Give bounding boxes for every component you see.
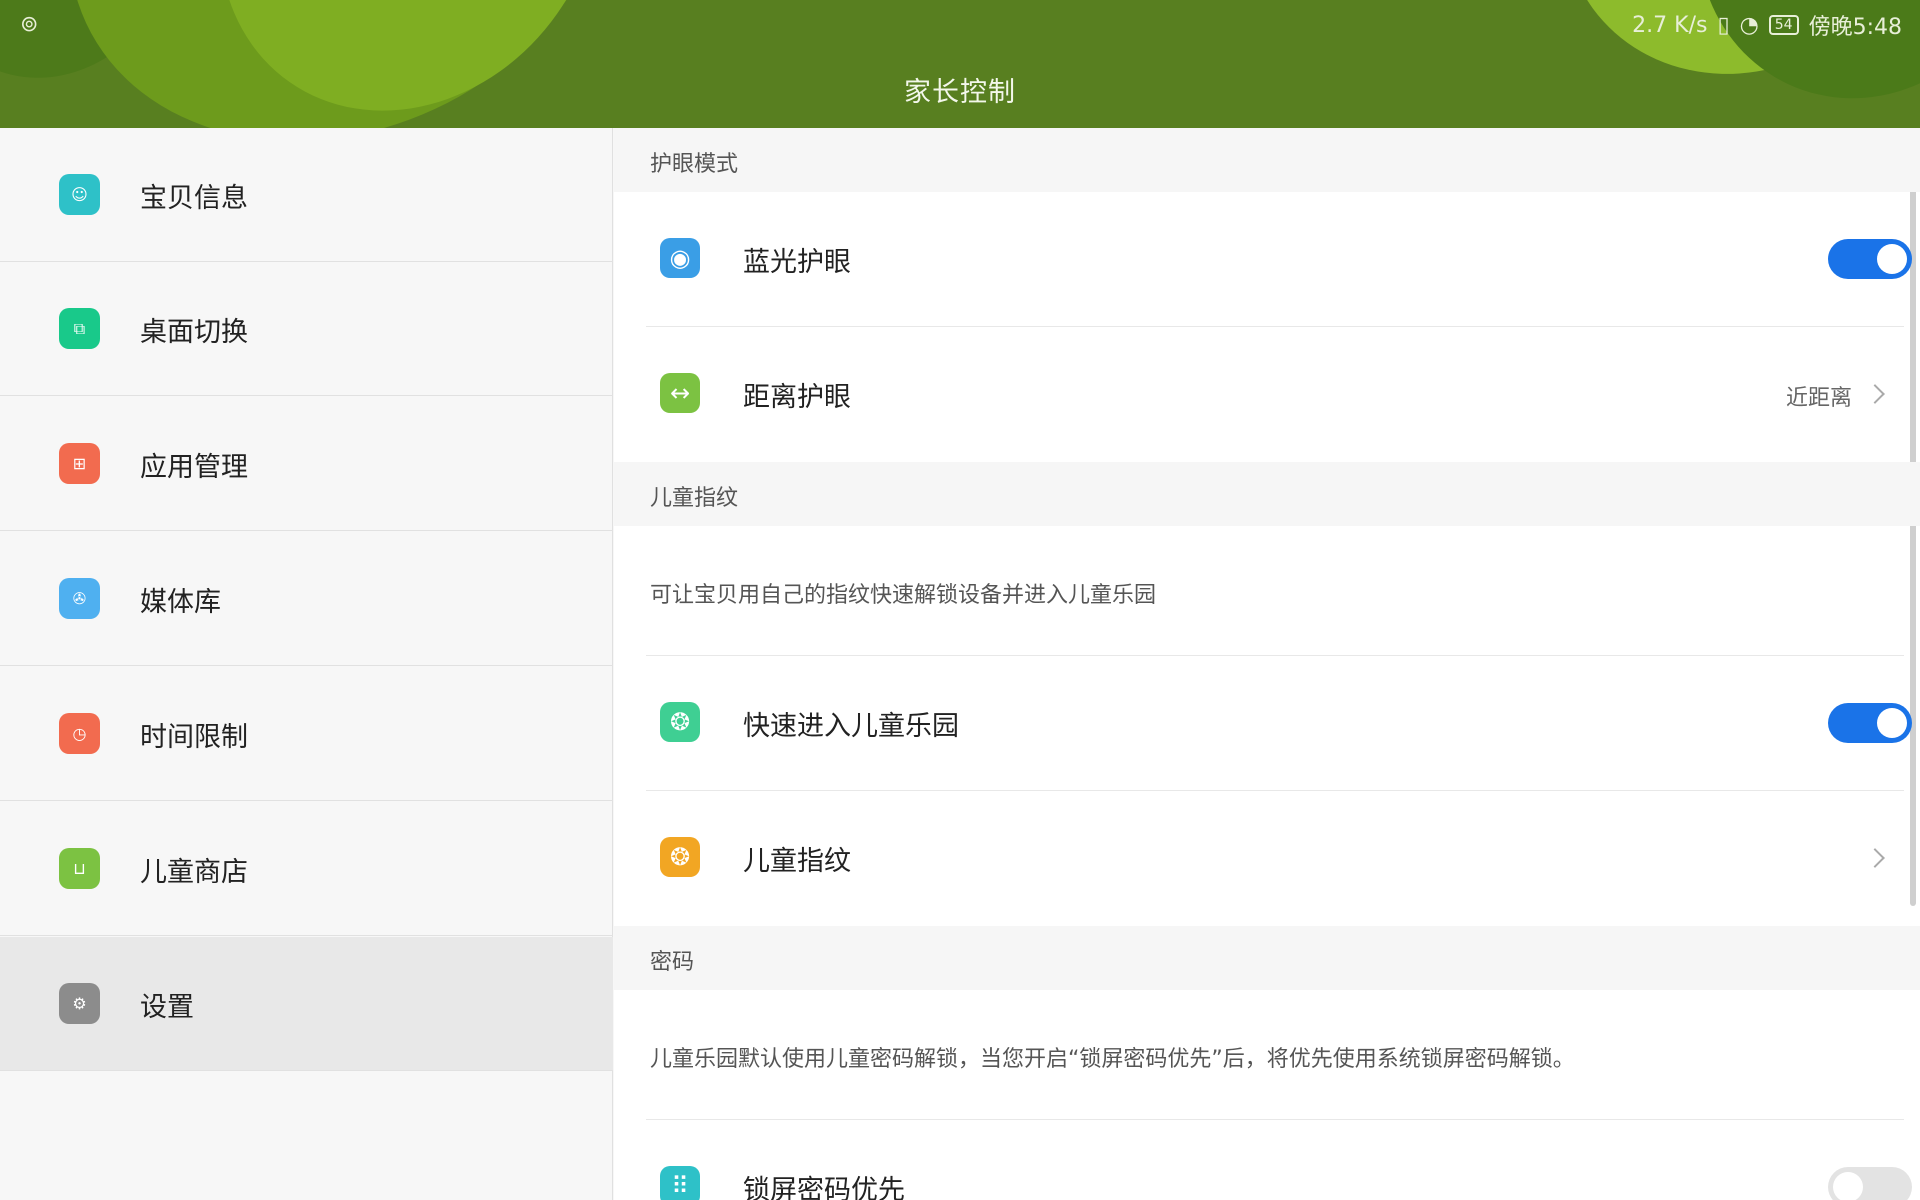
toggle-knob [1833, 1172, 1863, 1200]
quick-enter-row[interactable]: ❂ 快速进入儿童乐园 [646, 656, 1912, 791]
sidebar-item-label: 桌面切换 [140, 317, 248, 348]
sidebar-item-baby-info[interactable]: ☺ 宝贝信息 [0, 128, 613, 262]
password-description-row: 儿童乐园默认使用儿童密码解锁，当您开启“锁屏密码优先”后，将优先使用系统锁屏密码… [646, 990, 1904, 1120]
row-label: 锁屏密码优先 [743, 1175, 905, 1200]
desktop-switch-icon: ⧉ [59, 308, 100, 349]
fingerprint-description: 可让宝贝用自己的指纹快速解锁设备并进入儿童乐园 [650, 583, 1157, 608]
lock-priority-toggle[interactable] [1828, 1167, 1912, 1200]
fingerprint-add-icon: ❂ [660, 837, 700, 877]
row-label: 距离护眼 [743, 382, 851, 413]
sidebar-item-label: 儿童商店 [140, 857, 248, 888]
vibrate-icon: ▯ [1717, 12, 1730, 38]
toggle-knob [1877, 244, 1907, 274]
settings-panel: 护眼模式 ◉ 蓝光护眼 ↔ 距离护眼 近距离 儿童指纹 可让宝贝用自己的指纹快速… [614, 128, 1920, 1200]
section-header-fingerprint: 儿童指纹 [614, 462, 1920, 526]
row-label: 快速进入儿童乐园 [743, 711, 959, 742]
film-reel-icon: ✇ [59, 578, 100, 619]
password-description: 儿童乐园默认使用儿童密码解锁，当您开启“锁屏密码优先”后，将优先使用系统锁屏密码… [650, 1047, 1575, 1072]
sidebar-item-label: 应用管理 [140, 452, 248, 483]
app-grid-icon: ⊞ [59, 443, 100, 484]
clock-icon: ◷ [59, 713, 100, 754]
sidebar-item-label: 设置 [140, 992, 194, 1023]
keypad-icon: ⠿ [660, 1166, 700, 1200]
blue-light-toggle[interactable] [1828, 239, 1912, 279]
gear-icon: ⚙ [59, 983, 100, 1024]
sidebar-item-media-library[interactable]: ✇ 媒体库 [0, 532, 613, 666]
row-label: 蓝光护眼 [743, 247, 851, 278]
section-title: 儿童指纹 [650, 486, 739, 511]
baby-face-icon: ☺ [59, 174, 100, 215]
quick-enter-toggle[interactable] [1828, 703, 1912, 743]
status-time: 傍晚5:48 [1808, 15, 1902, 40]
wifi-icon: ◔ [1739, 12, 1759, 38]
shopping-bag-icon: ⊔ [59, 848, 100, 889]
distance-arrows-icon: ↔ [660, 373, 700, 413]
sidebar: ☺ 宝贝信息 ⧉ 桌面切换 ⊞ 应用管理 ✇ 媒体库 ◷ 时间限制 ⊔ 儿童商店… [0, 128, 613, 1200]
sidebar-item-label: 媒体库 [140, 587, 221, 618]
page-title: 家长控制 [904, 77, 1016, 108]
fingerprint-description-row: 可让宝贝用自己的指纹快速解锁设备并进入儿童乐园 [646, 526, 1904, 656]
sidebar-item-app-management[interactable]: ⊞ 应用管理 [0, 397, 613, 531]
section-title: 密码 [650, 950, 695, 975]
chevron-right-icon [1865, 384, 1885, 404]
section-header-password: 密码 [614, 926, 1920, 990]
child-fingerprint-row[interactable]: ❂ 儿童指纹 [646, 791, 1904, 926]
status-bar: 2.7 K/s ▯ ◔ 54 傍晚5:48 [1632, 10, 1902, 41]
sidebar-item-settings[interactable]: ⚙ 设置 [0, 937, 613, 1071]
app-header: ⊚ 2.7 K/s ▯ ◔ 54 傍晚5:48 家长控制 [0, 0, 1920, 128]
row-label: 儿童指纹 [743, 846, 851, 877]
battery-icon: 54 [1768, 15, 1799, 35]
netease-cloud-music-icon: ⊚ [20, 12, 39, 37]
section-header-eye: 护眼模式 [614, 128, 1920, 192]
net-speed: 2.7 K/s [1632, 12, 1708, 38]
fingerprint-icon: ❂ [660, 702, 700, 742]
sidebar-item-desktop-switch[interactable]: ⧉ 桌面切换 [0, 262, 613, 396]
chevron-right-icon [1865, 848, 1885, 868]
toggle-knob [1877, 708, 1907, 738]
sidebar-item-time-limit[interactable]: ◷ 时间限制 [0, 667, 613, 801]
lock-priority-row[interactable]: ⠿ 锁屏密码优先 [646, 1120, 1912, 1200]
eye-icon: ◉ [660, 238, 700, 278]
sidebar-item-kids-store[interactable]: ⊔ 儿童商店 [0, 802, 613, 936]
sidebar-item-label: 时间限制 [140, 722, 248, 753]
distance-row[interactable]: ↔ 距离护眼 近距离 [646, 327, 1904, 462]
section-title: 护眼模式 [650, 152, 739, 177]
distance-value: 近距离 [1785, 386, 1852, 411]
blue-light-row[interactable]: ◉ 蓝光护眼 [646, 192, 1912, 327]
sidebar-item-label: 宝贝信息 [140, 183, 248, 214]
